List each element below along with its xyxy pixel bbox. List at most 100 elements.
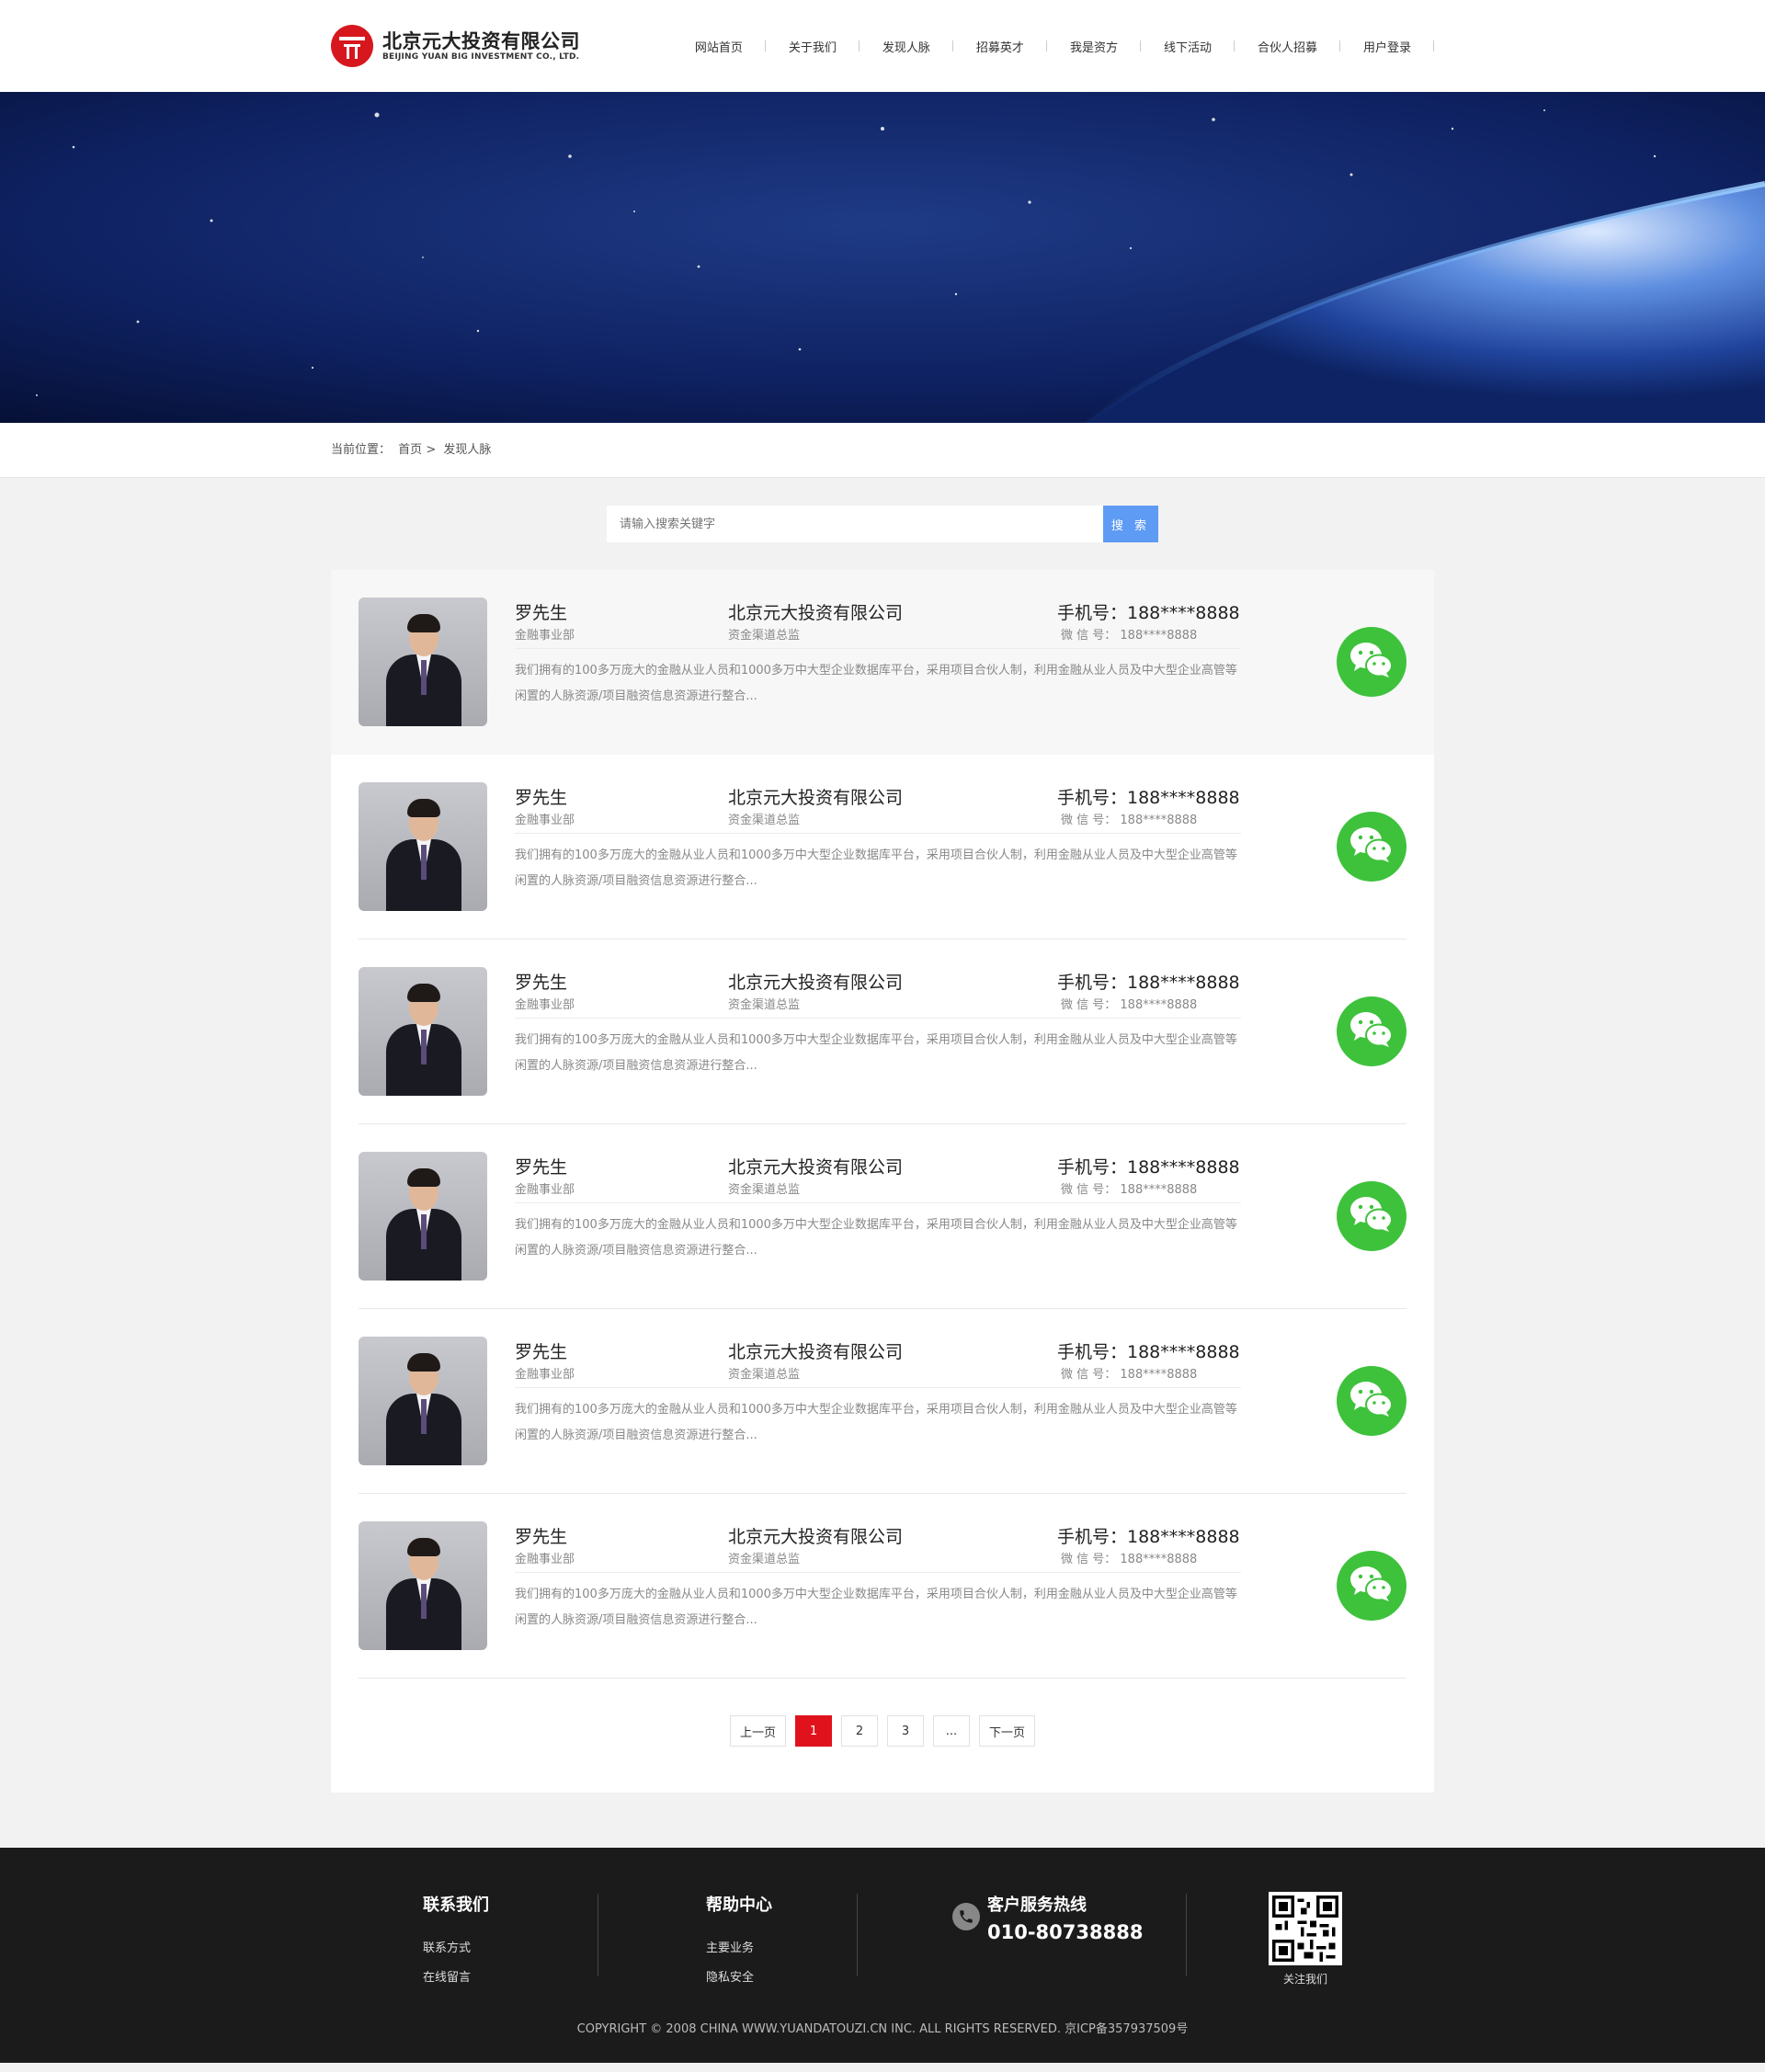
nav-home[interactable]: 网站首页 [672, 38, 766, 55]
wechat-button[interactable] [1337, 627, 1406, 697]
contact-phone: 手机号：188****8888 [1057, 972, 1240, 993]
nav-recruit[interactable]: 招募英才 [953, 38, 1047, 55]
wechat-button[interactable] [1337, 996, 1406, 1066]
wechat-icon [1349, 1010, 1395, 1053]
contact-company: 北京元大投资有限公司 [728, 602, 904, 623]
contact-card[interactable]: 罗先生 北京元大投资有限公司 手机号：188****8888 金融事业部 资金渠道总监 微… [331, 1309, 1434, 1494]
footer-divider [1186, 1894, 1187, 1976]
contact-wechat: 微 信 号： 188****8888 [1061, 998, 1198, 1012]
footer-hotline: 客户服务热线 010-80738888 [952, 1892, 1143, 1943]
contact-wechat: 微 信 号： 188****8888 [1061, 814, 1198, 827]
footer-contact-title: 联系我们 [423, 1896, 489, 1915]
breadcrumb: 当前位置： 首页 > 发现人脉 [331, 423, 1434, 478]
contact-avatar[interactable] [359, 782, 487, 911]
nav-investor[interactable]: 我是资方 [1047, 38, 1141, 55]
contact-dept: 金融事业部 [515, 1183, 575, 1197]
contact-name[interactable]: 罗先生 [515, 1338, 728, 1363]
contact-company: 北京元大投资有限公司 [728, 787, 904, 808]
contact-avatar[interactable] [359, 1521, 487, 1650]
contact-phone: 手机号：188****8888 [1057, 787, 1240, 808]
contact-title: 资金渠道总监 [728, 1368, 801, 1382]
contact-wechat: 微 信 号： 188****8888 [1061, 1183, 1198, 1197]
wechat-button[interactable] [1337, 1551, 1406, 1621]
contact-card[interactable]: 罗先生 北京元大投资有限公司 手机号：188****8888 金融事业部 资金渠道总监 微… [331, 755, 1434, 939]
contact-avatar[interactable] [359, 967, 487, 1096]
search-button[interactable]: 搜 索 [1103, 506, 1158, 542]
main-nav: 网站首页 关于我们 发现人脉 招募英才 我是资方 线下活动 合伙人招募 用户登录 [672, 38, 1435, 55]
wechat-icon [1349, 1195, 1395, 1237]
breadcrumb-current[interactable]: 发现人脉 [443, 443, 491, 457]
contact-title: 资金渠道总监 [728, 1183, 801, 1197]
search-bar: 搜 索 [607, 506, 1158, 542]
contact-card[interactable]: 罗先生 北京元大投资有限公司 手机号：188****8888 金融事业部 资金渠道总监 微… [331, 1494, 1434, 1679]
page-2-button[interactable]: 2 [841, 1715, 878, 1747]
footer-help-title: 帮助中心 [706, 1896, 772, 1915]
contact-company: 北京元大投资有限公司 [728, 1526, 904, 1547]
footer-link-message[interactable]: 在线留言 [423, 1964, 489, 1993]
contact-name[interactable]: 罗先生 [515, 969, 728, 994]
contact-card[interactable]: 罗先生 北京元大投资有限公司 手机号：188****8888 金融事业部 资金渠道总监 微… [331, 570, 1434, 755]
nav-login[interactable]: 用户登录 [1340, 38, 1435, 55]
contact-description: 我们拥有的100多万庞大的金融从业人员和1000多万中大型企业数据库平台，采用项… [515, 1218, 1237, 1258]
contact-phone: 手机号：188****8888 [1057, 1526, 1240, 1547]
logo[interactable]: 北京元大投资有限公司 BEIJING YUAN BIG INVESTMENT C… [331, 25, 580, 67]
footer-link-contact-method[interactable]: 联系方式 [423, 1934, 489, 1964]
contact-dept: 金融事业部 [515, 998, 575, 1012]
card-divider [359, 1678, 1406, 1679]
contact-title: 资金渠道总监 [728, 1553, 801, 1566]
wechat-icon [1349, 825, 1395, 868]
footer-divider [857, 1894, 858, 1976]
contact-avatar[interactable] [359, 1337, 487, 1465]
contact-description: 我们拥有的100多万庞大的金融从业人员和1000多万中大型企业数据库平台，采用项… [515, 848, 1237, 888]
contact-wechat: 微 信 号： 188****8888 [1061, 1368, 1198, 1382]
footer-link-business[interactable]: 主要业务 [706, 1934, 772, 1964]
contact-name[interactable]: 罗先生 [515, 1523, 728, 1548]
contact-company: 北京元大投资有限公司 [728, 1156, 904, 1178]
contact-name[interactable]: 罗先生 [515, 1154, 728, 1178]
breadcrumb-home[interactable]: 首页 [398, 443, 422, 457]
page-ellipsis[interactable]: ... [933, 1715, 970, 1747]
search-input[interactable] [607, 506, 1103, 542]
contact-avatar[interactable] [359, 1152, 487, 1281]
wechat-icon [1349, 1380, 1395, 1422]
hero-banner [0, 92, 1765, 423]
qr-code-icon [1269, 1892, 1342, 1965]
contact-name[interactable]: 罗先生 [515, 599, 728, 624]
contact-title: 资金渠道总监 [728, 998, 801, 1012]
wechat-button[interactable] [1337, 1366, 1406, 1436]
contact-wechat: 微 信 号： 188****8888 [1061, 629, 1198, 643]
nav-network[interactable]: 发现人脉 [860, 38, 953, 55]
hotline-title: 客户服务热线 [987, 1896, 1087, 1915]
logo-name-en: BEIJING YUAN BIG INVESTMENT CO., LTD. [382, 52, 580, 62]
contact-name[interactable]: 罗先生 [515, 784, 728, 809]
page-3-button[interactable]: 3 [887, 1715, 924, 1747]
nav-about[interactable]: 关于我们 [766, 38, 860, 55]
contact-dept: 金融事业部 [515, 629, 575, 643]
wechat-icon [1349, 641, 1395, 683]
breadcrumb-separator: > [426, 443, 437, 457]
space-banner-image [0, 92, 1765, 423]
contact-dept: 金融事业部 [515, 1368, 575, 1382]
footer-link-privacy[interactable]: 隐私安全 [706, 1964, 772, 1993]
contact-company: 北京元大投资有限公司 [728, 972, 904, 993]
contact-phone: 手机号：188****8888 [1057, 602, 1240, 623]
copyright: COPYRIGHT © 2008 CHINA WWW.YUANDATOUZI.C… [576, 2022, 1189, 2036]
wechat-icon [1349, 1565, 1395, 1607]
contact-card[interactable]: 罗先生 北京元大投资有限公司 手机号：188****8888 金融事业部 资金渠道总监 微… [331, 939, 1434, 1124]
wechat-button[interactable] [1337, 812, 1406, 882]
next-page-button[interactable]: 下一页 [979, 1715, 1036, 1747]
footer-help: 帮助中心 主要业务 隐私安全 [706, 1892, 772, 1993]
logo-name-cn: 北京元大投资有限公司 [382, 30, 580, 52]
logo-mark-icon [331, 25, 373, 67]
contact-title: 资金渠道总监 [728, 814, 801, 827]
wechat-button[interactable] [1337, 1181, 1406, 1251]
prev-page-button[interactable]: 上一页 [729, 1715, 786, 1747]
site-footer: 联系我们 联系方式 在线留言 帮助中心 主要业务 隐私安全 客户服务热线 010… [0, 1848, 1765, 2063]
contact-avatar[interactable] [359, 598, 487, 726]
contact-phone: 手机号：188****8888 [1057, 1156, 1240, 1178]
nav-partner[interactable]: 合伙人招募 [1235, 38, 1341, 55]
nav-events[interactable]: 线下活动 [1141, 38, 1235, 55]
contact-title: 资金渠道总监 [728, 629, 801, 643]
contact-card[interactable]: 罗先生 北京元大投资有限公司 手机号：188****8888 金融事业部 资金渠道总监 微… [331, 1124, 1434, 1309]
page-1-button[interactable]: 1 [795, 1715, 832, 1747]
